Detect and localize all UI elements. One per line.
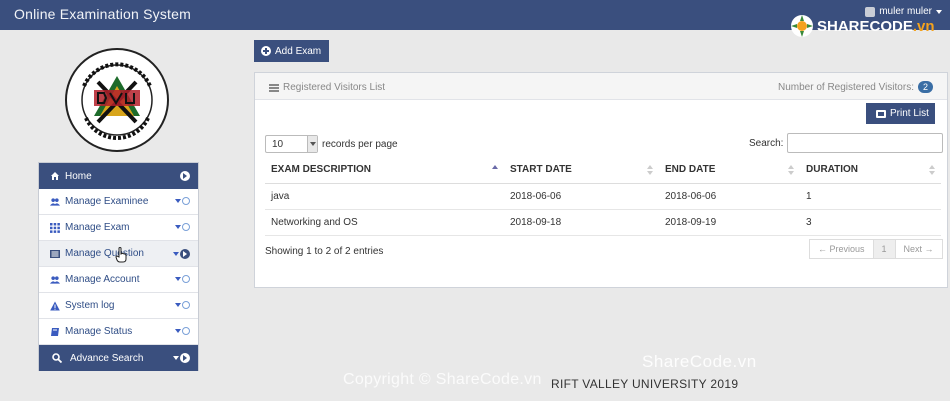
- column-header-exam-description[interactable]: EXAM DESCRIPTION: [265, 157, 504, 184]
- sidebar-item-manage-account[interactable]: Manage Account: [39, 267, 198, 293]
- circle-icon: [182, 327, 190, 335]
- list-icon: [50, 249, 60, 259]
- sidebar-item-manage-exam[interactable]: Manage Exam: [39, 215, 198, 241]
- users-icon: [50, 197, 60, 207]
- arrow-right-circle-icon: [180, 171, 190, 181]
- cell-start-date: 2018-09-18: [504, 209, 659, 236]
- cell-exam-description: java: [265, 183, 504, 210]
- table-search: Search:: [749, 133, 944, 153]
- next-page-button[interactable]: Next →: [894, 239, 943, 259]
- cell-duration: 1: [800, 183, 941, 210]
- sidebar-item-label: Manage Exam: [65, 222, 130, 233]
- sharecode-logo-icon: [791, 15, 813, 37]
- circle-icon: [182, 275, 190, 283]
- chevron-down-icon: [175, 303, 181, 307]
- hand-cursor-icon: [115, 247, 127, 263]
- search-icon: [52, 353, 62, 363]
- sidebar-item-label: Manage Question: [65, 248, 144, 259]
- column-header-start-date[interactable]: START DATE: [504, 157, 659, 184]
- watermark-logo: SHARECODE.vn: [790, 14, 935, 38]
- chevron-down-icon: [173, 356, 179, 360]
- sidebar-item-manage-examinee[interactable]: Manage Examinee: [39, 189, 198, 215]
- chevron-down-icon: [175, 225, 181, 229]
- circle-icon: [182, 223, 190, 231]
- table-row: java 2018-06-06 2018-06-06 1: [265, 183, 941, 210]
- sidebar-item-label: System log: [65, 300, 115, 311]
- footer-text: RIFT VALLEY UNIVERSITY 2019: [551, 377, 739, 391]
- search-input[interactable]: [787, 133, 944, 153]
- column-header-end-date[interactable]: END DATE: [659, 157, 800, 184]
- warning-icon: [50, 301, 60, 311]
- search-label: Search:: [749, 137, 784, 149]
- visitors-count: Number of Registered Visitors: 2: [778, 81, 933, 93]
- panel-title: Registered Visitors List: [269, 82, 385, 93]
- registered-visitors-panel: Registered Visitors List Number of Regis…: [254, 72, 948, 288]
- exam-table: EXAM DESCRIPTION START DATE END DATE DUR…: [265, 157, 941, 236]
- sidebar-item-advance-search[interactable]: Advance Search: [39, 345, 198, 371]
- cell-end-date: 2018-06-06: [659, 183, 800, 210]
- chevron-down-icon: [175, 199, 181, 203]
- page-length-control: 10 records per page: [265, 135, 398, 153]
- previous-page-button[interactable]: ← Previous: [809, 239, 874, 259]
- print-list-button[interactable]: Print List: [866, 103, 935, 124]
- plus-circle-icon: [261, 46, 271, 56]
- page-length-select[interactable]: 10: [265, 135, 318, 153]
- panel-title-text: Registered Visitors List: [283, 82, 386, 93]
- page-length-value: 10: [272, 138, 284, 150]
- watermark-logo-text: SHARECODE: [817, 17, 913, 35]
- column-header-duration[interactable]: DURATION: [800, 157, 941, 184]
- visitors-count-badge: 2: [917, 81, 933, 93]
- chevron-down-icon: [175, 329, 181, 333]
- sidebar-item-manage-status[interactable]: Manage Status: [39, 319, 198, 345]
- arrow-right-circle-icon: [180, 353, 190, 363]
- sidebar-item-label: Manage Account: [65, 274, 140, 285]
- cell-exam-description: Networking and OS: [265, 209, 504, 236]
- pagination: ← Previous 1 Next →: [809, 239, 943, 259]
- sidebar-item-system-log[interactable]: System log: [39, 293, 198, 319]
- sidebar-item-label: Manage Examinee: [65, 196, 149, 207]
- grid-icon: [50, 222, 60, 233]
- sidebar-item-label: Advance Search: [70, 352, 144, 364]
- chevron-down-icon: [173, 252, 179, 256]
- page-1-button[interactable]: 1: [872, 239, 896, 259]
- bars-icon: [269, 83, 279, 92]
- users-icon: [50, 275, 60, 285]
- app-title[interactable]: Online Examination System: [14, 6, 191, 22]
- add-exam-label: Add Exam: [275, 45, 322, 57]
- sidebar-item-label: Home: [65, 170, 92, 182]
- sidebar-menu: Home Manage Examinee Manage Exam Manage …: [38, 162, 199, 371]
- chevron-down-icon: [175, 277, 181, 281]
- chevron-down-icon: [309, 142, 316, 146]
- sidebar-item-home[interactable]: Home: [39, 163, 198, 189]
- arrow-right-circle-icon: [180, 249, 190, 259]
- home-icon: [50, 171, 60, 181]
- sidebar-item-label: Manage Status: [65, 326, 133, 337]
- watermark-text: ShareCode.vn: [642, 352, 757, 371]
- print-list-label: Print List: [890, 108, 929, 119]
- watermark-logo-suffix: .vn: [912, 17, 935, 35]
- add-exam-button[interactable]: Add Exam: [254, 40, 329, 62]
- cell-duration: 3: [800, 209, 941, 236]
- sort-icon: [788, 165, 794, 175]
- watermark-copyright: Copyright © ShareCode.vn: [343, 371, 542, 388]
- cell-start-date: 2018-06-06: [504, 183, 659, 210]
- sort-icon: [647, 165, 653, 175]
- circle-icon: [182, 197, 190, 205]
- panel-header: Registered Visitors List Number of Regis…: [255, 73, 947, 100]
- cell-end-date: 2018-09-19: [659, 209, 800, 236]
- table-row: Networking and OS 2018-09-18 2018-09-19 …: [265, 209, 941, 236]
- sidebar-item-manage-question[interactable]: Manage Question: [39, 241, 198, 267]
- table-header-row: EXAM DESCRIPTION START DATE END DATE DUR…: [265, 157, 941, 184]
- book-icon: [50, 327, 60, 337]
- printer-icon: [876, 109, 886, 118]
- visitors-label: Number of Registered Visitors:: [778, 81, 914, 93]
- table-info: Showing 1 to 2 of 2 entries: [265, 246, 384, 257]
- sort-icon: [929, 165, 935, 175]
- chevron-down-icon: [936, 9, 942, 14]
- records-per-page-label: records per page: [322, 138, 398, 150]
- university-seal-logo: [65, 48, 169, 152]
- sort-asc-icon: [492, 165, 498, 175]
- circle-icon: [182, 301, 190, 309]
